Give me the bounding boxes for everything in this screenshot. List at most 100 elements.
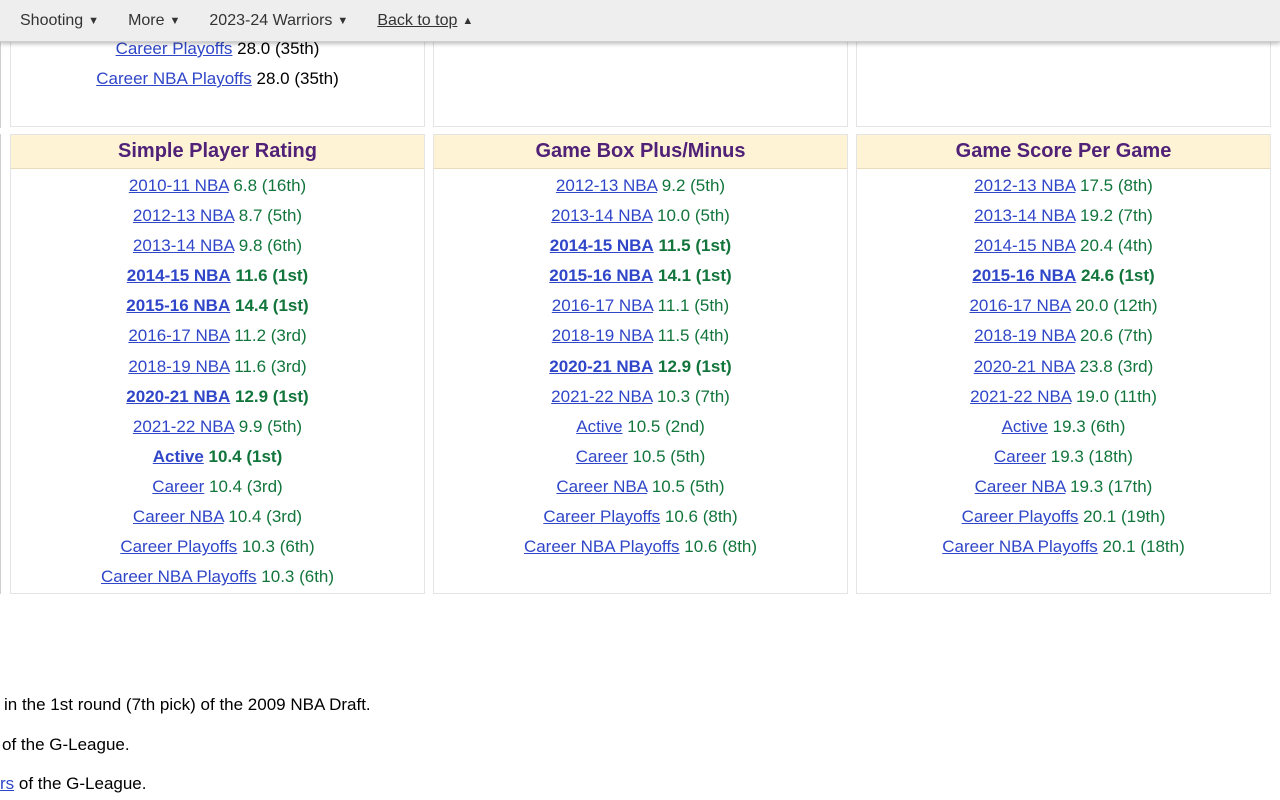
- leaderboard-row: Career NBA Playoffs 20.1 (18th): [857, 537, 1270, 567]
- row-link[interactable]: Active: [576, 417, 622, 436]
- row-link[interactable]: 2018-19 NBA: [552, 326, 653, 345]
- bio-team-link[interactable]: rs: [0, 774, 14, 793]
- leaderboard-row: 2013-14 NBA 19.2 (7th): [857, 206, 1270, 236]
- leaderboard-row: Active 10.5 (2nd): [434, 417, 847, 447]
- nav-shooting[interactable]: Shooting ▼: [20, 12, 99, 30]
- leaderboard-row: 2021-22 NBA 10.3 (7th): [434, 387, 847, 417]
- row-link[interactable]: 2021-22 NBA: [970, 387, 1071, 406]
- top-nav-bar: Shooting ▼ More ▼ 2023-24 Warriors ▼ Bac…: [0, 0, 1280, 42]
- row-link[interactable]: 2016-17 NBA: [552, 296, 653, 315]
- row-link[interactable]: Career NBA Playoffs: [96, 69, 252, 88]
- row-link[interactable]: Career NBA Playoffs: [524, 537, 680, 556]
- row-link[interactable]: Career Playoffs: [543, 507, 660, 526]
- leaderboard-row: 2021-22 NBA 19.0 (11th): [857, 387, 1270, 417]
- row-link[interactable]: 2021-22 NBA: [551, 387, 652, 406]
- leaderboard-row: 2020-21 NBA 23.8 (3rd): [857, 357, 1270, 387]
- row-link[interactable]: 2012-13 NBA: [556, 176, 657, 195]
- row-value: 9.9 (5th): [238, 416, 303, 436]
- row-link[interactable]: 2013-14 NBA: [133, 236, 234, 255]
- row-link[interactable]: Active: [1002, 417, 1048, 436]
- leaderboard-row: 2020-21 NBA 12.9 (1st): [11, 387, 424, 417]
- row-link[interactable]: 2016-17 NBA: [969, 296, 1070, 315]
- row-link[interactable]: Career NBA Playoffs: [942, 537, 1098, 556]
- leaderboard-row: 2016-17 NBA 11.1 (5th): [434, 296, 847, 326]
- box-title: Game Box Plus/Minus: [434, 135, 847, 169]
- row-link[interactable]: 2016-17 NBA: [128, 326, 229, 345]
- leaderboard-row: Career NBA 19.3 (17th): [857, 477, 1270, 507]
- row-value: 17.5 (8th): [1080, 176, 1153, 195]
- leaderboard-box-partial: Career Playoffs 28.0 (35th) Career NBA P…: [10, 39, 425, 127]
- leaderboard-row: 2015-16 NBA 14.4 (1st): [11, 296, 424, 326]
- row-link[interactable]: 2018-19 NBA: [128, 357, 229, 376]
- row-link[interactable]: 2015-16 NBA: [549, 266, 653, 285]
- row-link[interactable]: Career: [576, 447, 628, 466]
- row-link[interactable]: Career NBA Playoffs: [101, 567, 257, 586]
- row-link[interactable]: 2012-13 NBA: [974, 176, 1075, 195]
- caret-down-icon: ▼: [337, 14, 349, 27]
- row-value: 23.8 (3rd): [1079, 356, 1154, 376]
- back-to-top-link[interactable]: Back to top ▲: [377, 12, 473, 30]
- row-link[interactable]: Career Playoffs: [962, 507, 1079, 526]
- row-value: 10.4 (1st): [208, 446, 283, 466]
- row-value: 10.4 (3rd): [228, 507, 303, 527]
- leaderboard-row: 2015-16 NBA 14.1 (1st): [434, 266, 847, 296]
- row-value: 24.6 (1st): [1080, 266, 1155, 286]
- row-link[interactable]: 2013-14 NBA: [551, 206, 652, 225]
- row-value: 10.5 (5th): [632, 446, 706, 466]
- row-link[interactable]: 2014-15 NBA: [974, 236, 1075, 255]
- leaderboard-row: 2018-19 NBA 20.6 (7th): [857, 326, 1270, 356]
- row-link[interactable]: 2015-16 NBA: [972, 266, 1076, 285]
- row-link[interactable]: Career: [152, 477, 204, 496]
- leaderboard-row: Active 19.3 (6th): [857, 417, 1270, 447]
- nav-team-season[interactable]: 2023-24 Warriors ▼: [209, 12, 348, 30]
- leaderboard-row: Career Playoffs 10.3 (6th): [11, 537, 424, 567]
- row-link[interactable]: Career Playoffs: [120, 537, 237, 556]
- leaderboard-box-partial-empty: [433, 42, 848, 127]
- leaderboard-row: 2016-17 NBA 20.0 (12th): [857, 296, 1270, 326]
- row-link[interactable]: 2015-16 NBA: [126, 296, 230, 315]
- leaderboard-row: Career NBA 10.4 (3rd): [11, 507, 424, 537]
- leaderboard-box-simple-player-rating: Simple Player Rating 2010-11 NBA 6.8 (16…: [10, 134, 425, 594]
- row-value: 19.3 (18th): [1050, 446, 1133, 466]
- bio-draft-text: in the 1st round (7th pick) of the 2009 …: [4, 695, 371, 714]
- row-link[interactable]: 2010-11 NBA: [129, 176, 229, 195]
- nav-more-label: More: [128, 11, 165, 29]
- row-value: 10.6 (8th): [664, 507, 738, 527]
- row-link[interactable]: 2013-14 NBA: [974, 206, 1075, 225]
- row-value: 14.4 (1st): [234, 296, 309, 316]
- row-link[interactable]: Career NBA: [133, 507, 224, 526]
- row-link[interactable]: 2014-15 NBA: [127, 266, 231, 285]
- edge-divider: [0, 42, 1, 128]
- row-value: 10.4 (3rd): [209, 476, 283, 496]
- leaderboard-row: 2016-17 NBA 11.2 (3rd): [11, 326, 424, 356]
- leaderboard-row: 2013-14 NBA 10.0 (5th): [434, 206, 847, 236]
- leaderboard-row: Career Playoffs 20.1 (19th): [857, 507, 1270, 537]
- row-link[interactable]: Active: [153, 447, 204, 466]
- row-link[interactable]: 2014-15 NBA: [550, 236, 654, 255]
- leaderboard-row: 2014-15 NBA 11.5 (1st): [434, 236, 847, 266]
- row-link[interactable]: Career NBA: [975, 477, 1066, 496]
- leaderboard-row: Career NBA Playoffs 28.0 (35th): [11, 69, 424, 99]
- caret-down-icon: ▼: [169, 14, 181, 27]
- row-link[interactable]: 2021-22 NBA: [133, 417, 234, 436]
- leaderboard-row: 2018-19 NBA 11.6 (3rd): [11, 357, 424, 387]
- leaderboard-box-game-box-plus-minus: Game Box Plus/Minus 2012-13 NBA 9.2 (5th…: [433, 134, 848, 594]
- row-value: 11.5 (4th): [657, 326, 730, 346]
- leaderboard-row: Career NBA 10.5 (5th): [434, 477, 847, 507]
- row-link[interactable]: 2020-21 NBA: [974, 357, 1075, 376]
- leaderboard-row: Career NBA Playoffs 10.3 (6th): [11, 567, 424, 597]
- row-link[interactable]: 2018-19 NBA: [974, 326, 1075, 345]
- box-title: Game Score Per Game: [857, 135, 1270, 169]
- row-link[interactable]: Career NBA: [556, 477, 647, 496]
- row-link[interactable]: 2020-21 NBA: [126, 387, 230, 406]
- row-value: 11.1 (5th): [657, 296, 730, 316]
- row-value: 10.0 (5th): [657, 206, 730, 226]
- nav-team-season-label: 2023-24 Warriors: [209, 11, 333, 29]
- row-link[interactable]: 2020-21 NBA: [549, 357, 653, 376]
- nav-more[interactable]: More ▼: [128, 12, 180, 30]
- row-value: 19.3 (6th): [1052, 416, 1126, 436]
- leaderboard-row: Career 10.5 (5th): [434, 447, 847, 477]
- row-link[interactable]: 2012-13 NBA: [133, 206, 234, 225]
- bio-gleague-suffix: of the G-League.: [14, 774, 147, 793]
- row-link[interactable]: Career: [994, 447, 1046, 466]
